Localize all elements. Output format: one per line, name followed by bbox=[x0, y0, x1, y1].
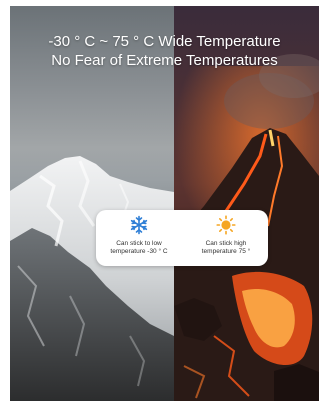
low-temperature-line-2: temperature -30 ° C bbox=[110, 248, 168, 255]
headline-line-1: -30 ° C ~ 75 ° C Wide Temperature bbox=[48, 33, 281, 50]
temperature-info-card: Can stick to low temperature -30 ° C Can… bbox=[96, 210, 268, 266]
headline-line-2: No Fear of Extreme Temperatures bbox=[51, 52, 278, 69]
low-temperature-line-1: Can stick to low bbox=[116, 240, 162, 247]
product-banner: -30 ° C ~ 75 ° C Wide Temperature No Fea… bbox=[10, 6, 319, 401]
high-temperature-line-1: Can stick high bbox=[205, 240, 247, 247]
low-temperature-item: Can stick to low temperature -30 ° C bbox=[102, 210, 176, 266]
high-temperature-line-2: temperature 75 ° bbox=[201, 248, 251, 255]
snowflake-icon bbox=[129, 215, 149, 240]
high-temperature-text: Can stick high temperature 75 ° bbox=[188, 240, 264, 256]
high-temperature-item: Can stick high temperature 75 ° bbox=[188, 210, 264, 266]
low-temperature-text: Can stick to low temperature -30 ° C bbox=[102, 240, 176, 256]
sun-icon bbox=[216, 215, 236, 240]
